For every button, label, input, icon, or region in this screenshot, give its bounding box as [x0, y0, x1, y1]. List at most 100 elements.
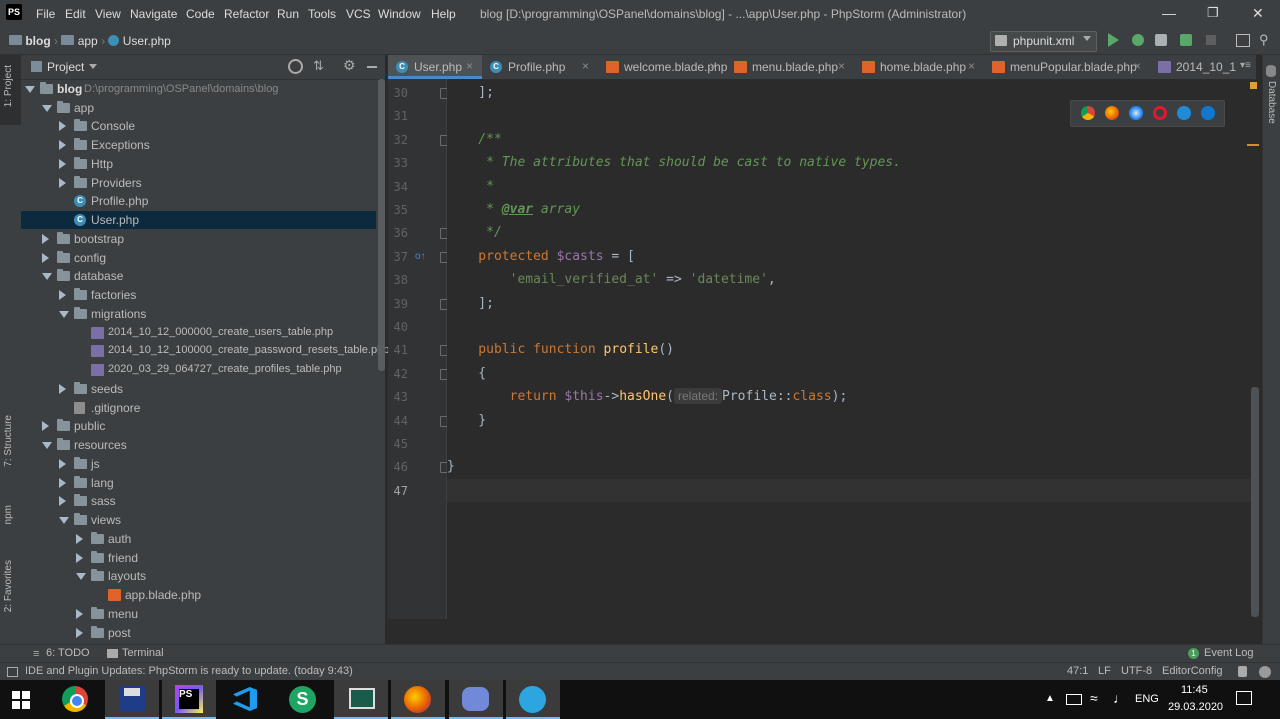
tree-file[interactable]: 2014_10_12_100000_create_password_resets… — [21, 342, 389, 360]
hector-icon[interactable] — [1259, 666, 1271, 678]
tree-folder[interactable]: post — [21, 624, 376, 642]
tree-folder[interactable]: Http — [21, 155, 376, 173]
internet-explorer-icon[interactable] — [1177, 106, 1191, 120]
code-line[interactable]: return $this->hasOne(related: Profile::cl… — [447, 385, 1251, 408]
taskbar-telegram[interactable] — [506, 680, 560, 719]
menu-help[interactable]: Help — [431, 7, 456, 21]
collapse-arrow-icon[interactable] — [42, 252, 49, 263]
line-number[interactable]: 43 — [388, 390, 408, 404]
code-line[interactable]: * @var array — [447, 198, 1251, 221]
editor-tab[interactable]: 2014_10_1 — [1150, 55, 1242, 79]
tree-folder[interactable]: layouts — [21, 567, 376, 585]
tree-folder[interactable]: lang — [21, 474, 376, 492]
editor-tab[interactable]: menu.blade.php × — [726, 55, 854, 79]
caret-position[interactable]: 47:1 — [1067, 665, 1088, 677]
line-number[interactable]: 42 — [388, 367, 408, 381]
status-message[interactable]: IDE and Plugin Updates: PhpStorm is read… — [25, 665, 353, 677]
collapse-arrow-icon[interactable] — [59, 177, 66, 188]
tree-folder[interactable]: Providers — [21, 174, 376, 192]
taskbar-vscode[interactable] — [219, 680, 273, 719]
breadcrumb-user-php[interactable]: User.php — [123, 34, 171, 48]
override-marker-icon[interactable]: o↑ — [415, 251, 426, 262]
line-number[interactable]: 41 — [388, 343, 408, 357]
breadcrumb-blog[interactable]: blog — [25, 34, 50, 48]
firefox-icon[interactable] — [1105, 106, 1119, 120]
locate-file-icon[interactable] — [288, 59, 303, 74]
tab-overflow-icon[interactable]: ▾≡ — [1240, 60, 1251, 71]
collapse-arrow-icon[interactable] — [59, 158, 66, 169]
line-number[interactable]: 44 — [388, 414, 408, 428]
editor-tab[interactable]: C User.php × — [388, 55, 482, 79]
status-toggle-icon[interactable] — [7, 667, 18, 677]
input-language[interactable]: ENG — [1135, 693, 1159, 705]
collapse-arrow-icon[interactable] — [59, 140, 66, 150]
editor-config[interactable]: EditorConfig — [1162, 665, 1223, 677]
tree-file[interactable]: C User.php — [21, 211, 376, 229]
clock-time[interactable]: 11:45 — [1181, 684, 1208, 696]
editor-scrollbar[interactable] — [1251, 387, 1259, 617]
volume-icon[interactable]: ♩ — [1113, 690, 1127, 706]
opera-icon[interactable] — [1153, 106, 1167, 120]
editor-tab[interactable]: home.blade.php × — [854, 55, 984, 79]
close-tab-icon[interactable]: × — [968, 59, 975, 73]
menu-window[interactable]: Window — [378, 7, 421, 21]
tree-folder[interactable]: factories — [21, 286, 376, 304]
clock-date[interactable]: 29.03.2020 — [1168, 701, 1223, 713]
search-icon[interactable]: ⚲ — [1259, 32, 1269, 48]
project-tree-scrollbar[interactable] — [378, 79, 385, 371]
code-line[interactable]: /** — [447, 128, 1251, 151]
collapse-arrow-icon[interactable] — [59, 121, 66, 132]
line-number[interactable]: 35 — [388, 203, 408, 217]
line-number[interactable]: 38 — [388, 273, 408, 287]
expand-arrow-icon[interactable] — [42, 104, 52, 112]
tree-folder[interactable]: migrations — [21, 305, 376, 323]
run-config-select[interactable]: phpunit.xml — [990, 31, 1097, 52]
close-tab-icon[interactable]: × — [1134, 59, 1141, 73]
taskbar-firefox[interactable] — [391, 680, 445, 719]
code-line[interactable]: */ — [447, 221, 1251, 244]
code-line[interactable]: protected $casts = [ — [447, 245, 1251, 268]
tree-folder[interactable]: friend — [21, 549, 376, 567]
tree-folder[interactable]: config — [21, 249, 376, 267]
close-tab-icon[interactable]: × — [466, 59, 473, 73]
hide-panel-icon[interactable] — [367, 66, 377, 68]
menu-refactor[interactable]: Refactor — [224, 7, 269, 21]
run-icon[interactable] — [1108, 33, 1119, 47]
lock-icon[interactable] — [1238, 666, 1247, 677]
close-icon[interactable]: ✕ — [1252, 5, 1264, 22]
code-line[interactable]: ]; — [447, 292, 1251, 315]
battery-icon[interactable] — [1066, 694, 1082, 705]
collapse-all-icon[interactable]: ⇅ — [313, 58, 324, 74]
taskbar-s-app[interactable]: S — [276, 680, 330, 719]
database-tab[interactable]: Database — [1266, 81, 1277, 124]
menu-code[interactable]: Code — [186, 7, 215, 21]
code-line[interactable]: } — [447, 409, 1251, 432]
tree-file[interactable]: .gitignore — [21, 399, 376, 417]
tree-folder[interactable]: js — [21, 455, 376, 473]
collapse-arrow-icon[interactable] — [76, 533, 83, 544]
edge-icon[interactable] — [1201, 106, 1215, 120]
taskbar-chrome[interactable] — [49, 680, 103, 719]
collapse-arrow-icon[interactable] — [59, 496, 66, 507]
line-separator[interactable]: LF — [1098, 665, 1111, 677]
maximize-icon[interactable]: ❐ — [1207, 5, 1219, 21]
warning-stripe-marker[interactable] — [1247, 144, 1259, 146]
expand-arrow-icon[interactable] — [76, 573, 86, 581]
breadcrumb-app[interactable]: app — [78, 34, 98, 48]
close-tab-icon[interactable]: × — [838, 59, 845, 73]
collapse-arrow-icon[interactable] — [42, 421, 49, 432]
tree-folder[interactable]: views — [21, 511, 376, 529]
collapse-arrow-icon[interactable] — [76, 552, 83, 563]
todo-tab[interactable]: 6: TODO — [46, 647, 90, 659]
code-line[interactable]: 'email_verified_at' => 'datetime', — [447, 268, 1251, 291]
wifi-icon[interactable]: ≈ — [1090, 690, 1098, 706]
collapse-arrow-icon[interactable] — [59, 383, 66, 394]
tray-expand-icon[interactable]: ▲ — [1045, 693, 1055, 704]
expand-arrow-icon[interactable] — [42, 273, 52, 281]
menu-view[interactable]: View — [95, 7, 121, 21]
menu-vcs[interactable]: VCS — [346, 7, 371, 21]
tree-folder[interactable]: auth — [21, 530, 376, 548]
line-number[interactable]: 46 — [388, 460, 408, 474]
code-line[interactable] — [447, 432, 1251, 455]
code-line[interactable]: * The attributes that should be cast to … — [447, 151, 1251, 174]
